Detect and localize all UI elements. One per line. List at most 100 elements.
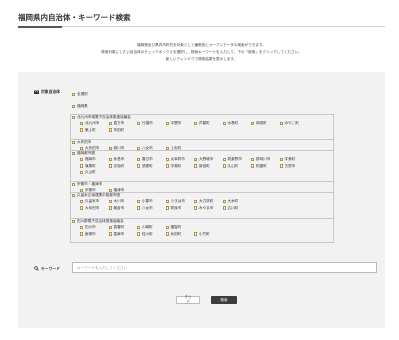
municipality-option[interactable]: 久山町 (222, 164, 238, 169)
checkbox[interactable] (222, 206, 226, 210)
municipality-option[interactable]: 宇美町 (279, 157, 295, 162)
municipality-option[interactable]: 北九州市 (80, 121, 99, 126)
checkbox[interactable] (72, 182, 76, 187)
municipality-option[interactable]: 香春町 (108, 225, 124, 230)
municipality-option[interactable]: 古賀市 (279, 164, 295, 169)
checkbox[interactable] (80, 122, 84, 126)
checkbox[interactable] (165, 226, 169, 230)
municipality-option[interactable]: 福智町 (165, 225, 181, 230)
municipality-option[interactable]: 朝倉市 (108, 206, 124, 211)
checkbox[interactable] (137, 232, 141, 236)
municipality-option[interactable]: 苅田町 (108, 128, 124, 133)
checkbox[interactable] (137, 122, 141, 126)
group-option[interactable]: 田川郡電子自治体推進協議会 (72, 219, 124, 224)
municipality-option[interactable]: 篠栗町 (80, 164, 96, 169)
municipality-option[interactable]: 行橋市 (137, 121, 153, 126)
municipality-option[interactable]: 糸島市 (108, 157, 124, 162)
municipality-option[interactable]: 粕屋町 (251, 164, 267, 169)
checkbox[interactable] (108, 232, 112, 236)
checkbox[interactable] (108, 206, 112, 210)
search-button[interactable]: 検索 (211, 296, 237, 304)
checkbox[interactable] (165, 232, 169, 236)
select-all-option[interactable]: 全選択 (72, 92, 88, 97)
clear-button[interactable]: クリア (176, 295, 200, 304)
municipality-option[interactable]: 大木町 (222, 199, 238, 204)
checkbox[interactable] (251, 158, 255, 162)
checkbox[interactable] (80, 200, 84, 204)
municipality-option[interactable]: みやこ町 (279, 121, 299, 126)
municipality-option[interactable]: うきは市 (165, 199, 185, 204)
municipality-option[interactable]: 糸田町 (165, 232, 181, 237)
checkbox[interactable] (137, 206, 141, 210)
checkbox[interactable] (137, 158, 141, 162)
municipality-option[interactable]: 広川町 (222, 206, 238, 211)
municipality-option[interactable]: 八女市 (137, 206, 153, 211)
checkbox[interactable] (222, 158, 226, 162)
prefecture-option[interactable]: 福岡県 (72, 104, 88, 109)
checkbox[interactable] (165, 158, 169, 162)
keyword-input[interactable] (72, 262, 377, 273)
municipality-option[interactable]: 大牟田市 (80, 206, 99, 211)
checkbox[interactable] (165, 206, 169, 210)
checkbox[interactable] (108, 122, 112, 126)
municipality-option[interactable]: 川崎町 (137, 225, 153, 230)
municipality-option[interactable]: 太宰府市 (165, 157, 185, 162)
group-option[interactable]: 久留米広域連携中枢都市圏 (72, 193, 120, 198)
checkbox[interactable] (222, 200, 226, 204)
municipality-option[interactable]: 築上町 (80, 128, 96, 133)
checkbox[interactable] (80, 226, 84, 230)
checkbox[interactable] (108, 128, 112, 132)
checkbox[interactable] (108, 226, 112, 230)
checkbox[interactable] (279, 122, 283, 126)
checkbox[interactable] (194, 164, 198, 168)
municipality-option[interactable]: 新宮町 (194, 164, 210, 169)
municipality-option[interactable]: 嘉麻市 (108, 232, 124, 237)
checkbox[interactable] (194, 232, 198, 236)
checkbox[interactable] (194, 200, 198, 204)
checkbox[interactable] (72, 219, 76, 224)
municipality-option[interactable]: 宇美町 (165, 164, 181, 169)
checkbox[interactable] (72, 151, 76, 156)
checkbox[interactable] (194, 206, 198, 210)
checkbox[interactable] (165, 122, 169, 126)
checkbox[interactable] (72, 193, 76, 198)
municipality-option[interactable]: 大刀洗町 (194, 199, 213, 204)
checkbox[interactable] (137, 200, 141, 204)
group-option[interactable]: 北九州市域電子自治体推進協議会 (72, 115, 131, 120)
municipality-option[interactable]: 久山町 (80, 170, 96, 175)
checkbox[interactable] (222, 122, 226, 126)
checkbox[interactable] (80, 206, 84, 210)
checkbox[interactable] (108, 200, 112, 204)
group-option[interactable]: 福岡都市圏 (72, 151, 95, 156)
municipality-option[interactable]: 芦屋町 (194, 121, 210, 126)
group-option[interactable]: 宗像市・福津市 (72, 182, 102, 187)
municipality-option[interactable]: 筑紫野市 (222, 157, 242, 162)
checkbox[interactable] (80, 164, 84, 168)
municipality-option[interactable]: 飯塚市 (80, 232, 96, 237)
checkbox[interactable] (165, 200, 169, 204)
checkbox[interactable] (251, 164, 255, 168)
checkbox[interactable] (72, 92, 76, 97)
municipality-option[interactable]: 春日市 (137, 157, 153, 162)
checkbox[interactable] (279, 164, 283, 168)
municipality-option[interactable]: 桂川町 (137, 232, 153, 237)
municipality-option[interactable]: 小竹町 (194, 232, 210, 237)
checkbox[interactable] (194, 158, 198, 162)
municipality-option[interactable]: みやま市 (194, 206, 213, 211)
municipality-option[interactable]: 筑後市 (165, 206, 181, 211)
municipality-option[interactable]: 水巻町 (222, 121, 238, 126)
checkbox[interactable] (80, 170, 84, 175)
checkbox[interactable] (72, 140, 76, 145)
checkbox[interactable] (137, 226, 141, 230)
checkbox[interactable] (222, 164, 226, 168)
municipality-option[interactable]: 那珂川市 (251, 157, 270, 162)
municipality-option[interactable]: 久留米市 (80, 199, 99, 204)
checkbox[interactable] (72, 115, 76, 120)
checkbox[interactable] (72, 104, 76, 109)
municipality-option[interactable]: 福岡市 (80, 157, 96, 162)
group-option[interactable]: 大牟田市 (72, 140, 91, 145)
municipality-option[interactable]: 小郡市 (137, 199, 153, 204)
municipality-option[interactable]: 直方市 (108, 121, 124, 126)
checkbox[interactable] (80, 232, 84, 236)
municipality-option[interactable]: 大川市 (108, 199, 124, 204)
